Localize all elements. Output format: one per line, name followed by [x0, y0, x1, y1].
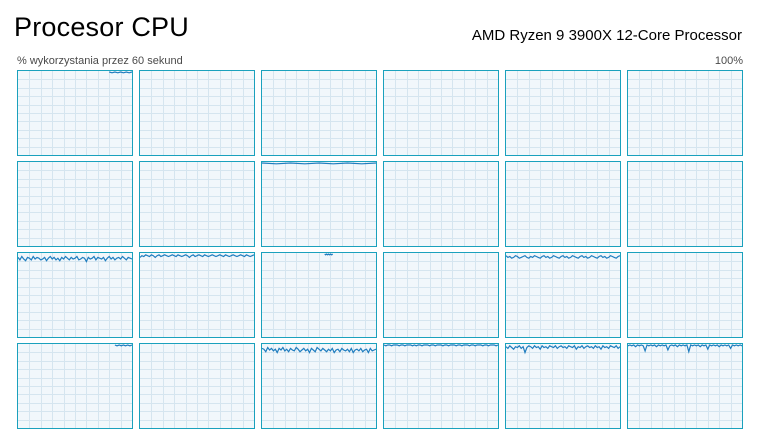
- core-graph-svg: [140, 344, 254, 428]
- cpu-core-graph[interactable]: [261, 343, 377, 429]
- core-graph-svg: [262, 344, 376, 428]
- core-graph-svg: [18, 71, 132, 155]
- cpu-graph-grid[interactable]: [17, 70, 743, 429]
- cpu-core-graph[interactable]: [17, 343, 133, 429]
- core-graph-svg: [384, 344, 498, 428]
- core-graph-svg: [262, 162, 376, 246]
- cpu-core-graph[interactable]: [505, 343, 621, 429]
- cpu-core-graph[interactable]: [139, 161, 255, 247]
- core-graph-svg: [262, 253, 376, 337]
- core-graph-svg: [628, 162, 742, 246]
- cpu-core-graph[interactable]: [261, 161, 377, 247]
- cpu-core-graph[interactable]: [505, 161, 621, 247]
- cpu-usage-line: [324, 253, 334, 256]
- core-graph-svg: [384, 162, 498, 246]
- cpu-core-graph[interactable]: [17, 161, 133, 247]
- cpu-core-graph[interactable]: [383, 161, 499, 247]
- core-graph-svg: [262, 71, 376, 155]
- core-graph-svg: [506, 71, 620, 155]
- core-graph-svg: [140, 253, 254, 337]
- cpu-usage-line: [114, 344, 132, 347]
- cpu-usage-line: [109, 71, 132, 74]
- core-graph-svg: [628, 71, 742, 155]
- core-graph-svg: [18, 344, 132, 428]
- cpu-core-graph[interactable]: [627, 161, 743, 247]
- graph-caption: % wykorzystania przez 60 sekund: [17, 55, 183, 67]
- cpu-core-graph[interactable]: [383, 70, 499, 156]
- cpu-core-graph[interactable]: [139, 343, 255, 429]
- processor-model: AMD Ryzen 9 3900X 12-Core Processor: [471, 27, 742, 44]
- core-graph-svg: [506, 253, 620, 337]
- page-title: Procesor CPU: [14, 12, 189, 42]
- cpu-core-graph[interactable]: [261, 70, 377, 156]
- cpu-core-graph[interactable]: [627, 70, 743, 156]
- cpu-core-graph[interactable]: [139, 70, 255, 156]
- cpu-core-graph[interactable]: [139, 252, 255, 338]
- cpu-core-graph[interactable]: [383, 343, 499, 429]
- core-graph-svg: [384, 253, 498, 337]
- core-graph-svg: [506, 162, 620, 246]
- cpu-core-graph[interactable]: [17, 70, 133, 156]
- graph-max-label: 100%: [714, 55, 743, 67]
- core-graph-svg: [628, 253, 742, 337]
- core-graph-svg: [506, 344, 620, 428]
- core-graph-svg: [384, 71, 498, 155]
- cpu-core-graph[interactable]: [505, 70, 621, 156]
- cpu-core-graph[interactable]: [627, 252, 743, 338]
- cpu-core-graph[interactable]: [627, 343, 743, 429]
- core-graph-svg: [140, 71, 254, 155]
- cpu-core-graph[interactable]: [17, 252, 133, 338]
- cpu-core-graph[interactable]: [261, 252, 377, 338]
- core-graph-svg: [628, 344, 742, 428]
- core-graph-svg: [18, 162, 132, 246]
- cpu-core-graph[interactable]: [505, 252, 621, 338]
- core-graph-svg: [140, 162, 254, 246]
- cpu-core-graph[interactable]: [383, 252, 499, 338]
- core-graph-svg: [18, 253, 132, 337]
